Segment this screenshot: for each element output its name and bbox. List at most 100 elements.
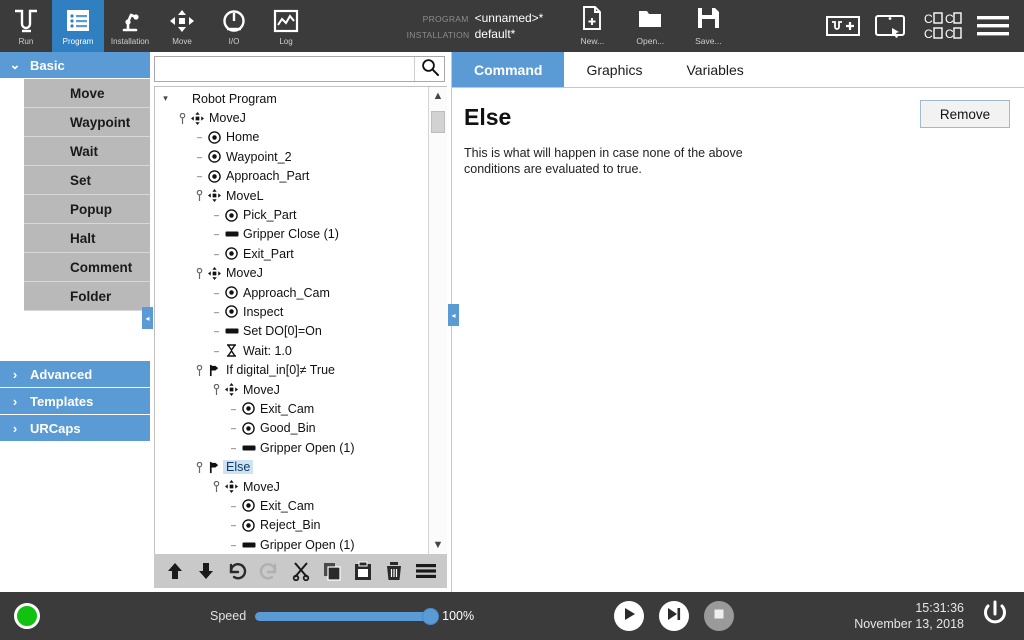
stop-button[interactable]: [704, 601, 734, 631]
tree-row[interactable]: MoveJ: [155, 380, 428, 399]
header-tab-program[interactable]: Program: [52, 0, 104, 52]
tree-row[interactable]: –Gripper Close (1): [155, 225, 428, 244]
tree-row[interactable]: –Approach_Cam: [155, 283, 428, 302]
sidebar-item-set[interactable]: Set: [24, 166, 150, 195]
sidebar-item-halt[interactable]: Halt: [24, 224, 150, 253]
power-icon: [980, 599, 1010, 634]
tree-row[interactable]: Else: [155, 457, 428, 476]
sidebar-collapse-handle[interactable]: ◂: [142, 307, 153, 329]
tab-variables[interactable]: Variables: [664, 52, 765, 87]
speed-slider[interactable]: [255, 612, 433, 621]
save-floppy-icon: [697, 6, 720, 35]
tree-twisty-icon[interactable]: [210, 481, 223, 492]
tree-row[interactable]: –Wait: 1.0: [155, 341, 428, 360]
copy-icon[interactable]: [322, 561, 343, 581]
tree-row[interactable]: MoveL: [155, 186, 428, 205]
scrollbar-thumb[interactable]: [431, 111, 445, 133]
tree-row[interactable]: –Set DO[0]=On: [155, 322, 428, 341]
sidebar-item-wait[interactable]: Wait: [24, 137, 150, 166]
sidebar-item-move[interactable]: Move: [24, 79, 150, 108]
delete-icon[interactable]: [384, 561, 405, 581]
clock: 15:31:36 November 13, 2018: [854, 600, 980, 632]
sidebar-group-advanced[interactable]: › Advanced: [0, 361, 150, 388]
tree-twisty-icon[interactable]: [193, 462, 206, 473]
move-down-icon[interactable]: [195, 561, 216, 581]
suppress-icon[interactable]: [415, 561, 437, 581]
sidebar-item-folder[interactable]: Folder: [24, 282, 150, 311]
header-tab-log[interactable]: Log: [260, 0, 312, 52]
move-up-icon[interactable]: [164, 561, 185, 581]
sidebar-item-waypoint[interactable]: Waypoint: [24, 108, 150, 137]
tree-row[interactable]: MoveJ: [155, 108, 428, 127]
tree-row[interactable]: –Inspect: [155, 302, 428, 321]
screen-touch-icon[interactable]: [874, 13, 908, 39]
search-button[interactable]: [414, 57, 444, 81]
speed-slider-knob[interactable]: [422, 608, 439, 625]
power-button[interactable]: [980, 599, 1010, 634]
tree-leaf-marker: –: [193, 132, 206, 142]
sidebar-item-comment[interactable]: Comment: [24, 253, 150, 282]
save-button[interactable]: Save...: [685, 6, 731, 46]
play-button[interactable]: [614, 601, 644, 631]
undo-icon[interactable]: [226, 561, 248, 581]
search-icon: [421, 58, 439, 81]
tree-row[interactable]: –Exit_Part: [155, 244, 428, 263]
tree-row[interactable]: –Exit_Cam: [155, 496, 428, 515]
tree-row[interactable]: If digital_in[0]≠ True: [155, 360, 428, 379]
sidebar-group-templates[interactable]: › Templates: [0, 388, 150, 415]
tree-scrollbar[interactable]: ▲ ▼: [428, 87, 447, 554]
tree-row[interactable]: –Good_Bin: [155, 419, 428, 438]
tab-command[interactable]: Command: [452, 52, 564, 87]
sidebar-item-popup[interactable]: Popup: [24, 195, 150, 224]
hamburger-menu-icon[interactable]: [976, 13, 1010, 39]
sidebar-group-label: Templates: [30, 394, 93, 409]
tree-row[interactable]: MoveJ: [155, 477, 428, 496]
sidebar-item-label: Wait: [70, 144, 98, 159]
tree-row[interactable]: –Approach_Part: [155, 167, 428, 186]
ur-teach-pendant: Run Program Installation Move: [0, 0, 1024, 640]
scrollbar-track[interactable]: [429, 105, 447, 536]
tree-row[interactable]: –Home: [155, 128, 428, 147]
tree-row[interactable]: ▾Robot Program: [155, 89, 428, 108]
sidebar-item-label: Waypoint: [70, 115, 130, 130]
tree-twisty-icon[interactable]: [176, 113, 189, 124]
tree-row[interactable]: –Gripper Open (1): [155, 438, 428, 457]
cccc-grid-icon[interactable]: C C C C: [922, 11, 962, 41]
paste-icon[interactable]: [353, 561, 374, 581]
remove-button[interactable]: Remove: [920, 100, 1010, 128]
urplus-icon[interactable]: [826, 14, 860, 38]
robot-status-indicator[interactable]: [14, 603, 40, 629]
tree-twisty-icon[interactable]: [193, 190, 206, 201]
header-tab-run[interactable]: Run: [0, 0, 52, 52]
tree-row[interactable]: –Waypoint_2: [155, 147, 428, 166]
chevron-up-icon[interactable]: ▲: [429, 87, 447, 105]
hourglass-icon: [223, 344, 240, 357]
sidebar-group-basic[interactable]: ⌄ Basic: [0, 52, 150, 79]
tree-twisty-icon[interactable]: [193, 268, 206, 279]
cut-icon[interactable]: [290, 561, 311, 581]
tab-graphics[interactable]: Graphics: [564, 52, 664, 87]
chevron-down-icon[interactable]: ▼: [429, 536, 447, 554]
tree-row[interactable]: MoveJ: [155, 264, 428, 283]
step-button[interactable]: [659, 601, 689, 631]
program-tree[interactable]: ▾Robot ProgramMoveJ–Home–Waypoint_2–Appr…: [155, 87, 428, 554]
tree-twisty-icon[interactable]: ▾: [159, 93, 172, 104]
tree-row[interactable]: –Pick_Part: [155, 205, 428, 224]
ur-logo-icon: [13, 6, 39, 36]
search-input[interactable]: [155, 57, 414, 81]
tree-row[interactable]: –Gripper Open (1): [155, 535, 428, 554]
tree-collapse-handle[interactable]: ◂: [448, 304, 459, 326]
tree-twisty-icon[interactable]: [210, 384, 223, 395]
tree-row[interactable]: –Exit_Cam: [155, 399, 428, 418]
new-button[interactable]: New...: [569, 6, 615, 46]
header-tab-installation[interactable]: Installation: [104, 0, 156, 52]
open-button[interactable]: Open...: [627, 6, 673, 46]
tree-row[interactable]: –Reject_Bin: [155, 516, 428, 535]
header-tab-move[interactable]: Move: [156, 0, 208, 52]
tree-row-label: Set DO[0]=On: [240, 324, 325, 338]
tree-leaf-marker: –: [210, 288, 223, 298]
header-tab-io[interactable]: I/O: [208, 0, 260, 52]
redo-icon[interactable]: [258, 561, 280, 581]
sidebar-group-urcaps[interactable]: › URCaps: [0, 415, 150, 442]
tree-twisty-icon[interactable]: [193, 365, 206, 376]
